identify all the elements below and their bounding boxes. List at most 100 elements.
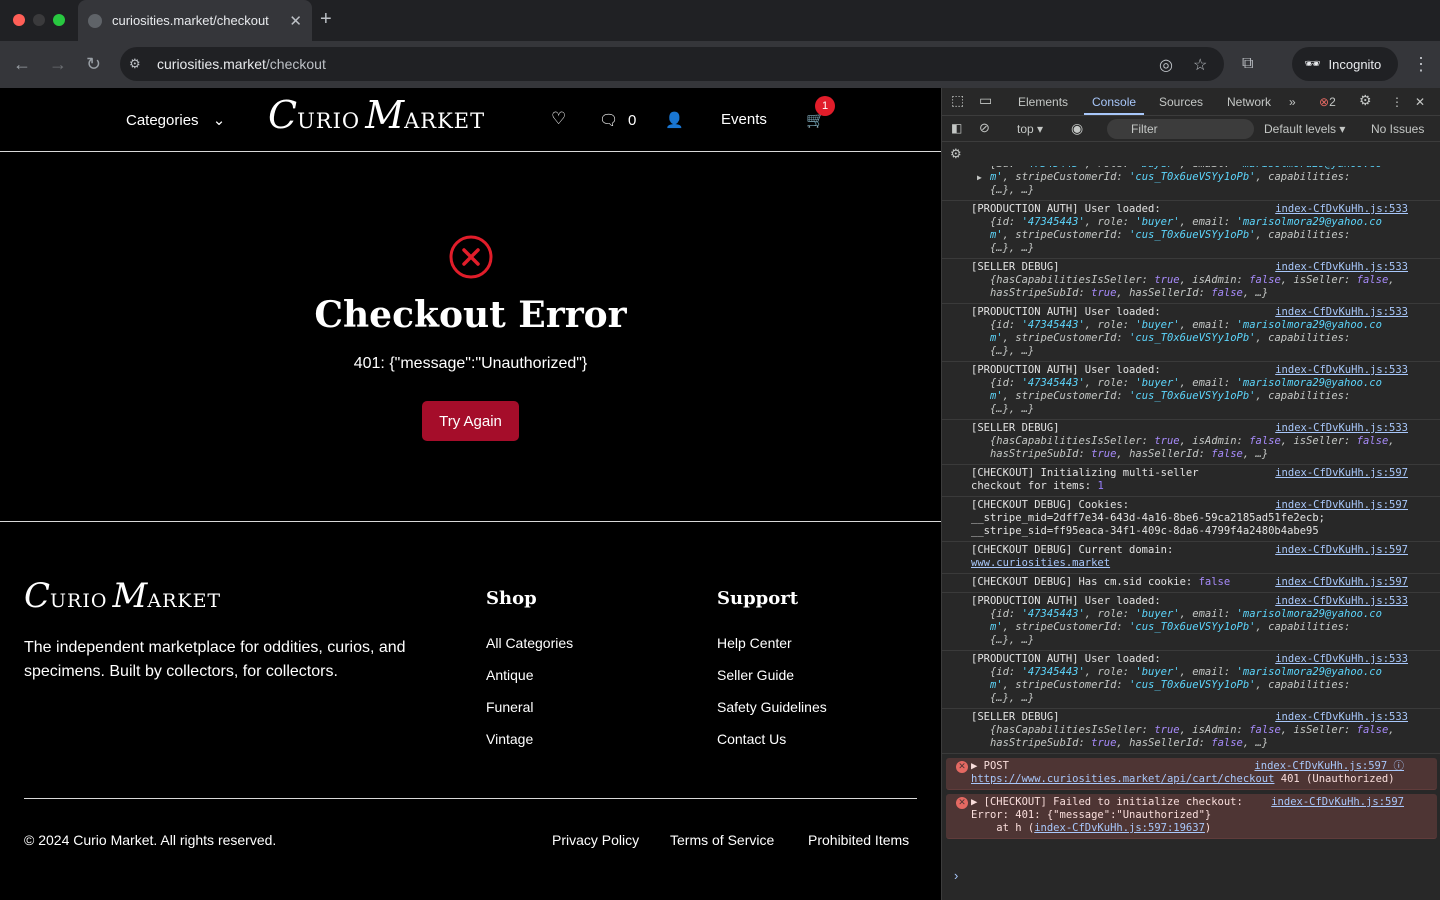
prohibited-items-link[interactable]: Prohibited Items bbox=[808, 832, 909, 848]
minimize-window-button[interactable] bbox=[33, 14, 45, 26]
tab-console[interactable]: Console bbox=[1092, 95, 1136, 109]
incognito-indicator[interactable]: 🕶 Incognito bbox=[1292, 47, 1398, 81]
devtools-menu-icon[interactable]: ⋮ bbox=[1391, 95, 1403, 109]
console-message[interactable]: {id: '47345443', role: 'buyer', email: '… bbox=[942, 166, 1440, 201]
address-bar[interactable]: curiosities.market/checkout bbox=[120, 47, 1224, 81]
error-icon: ⊗ bbox=[1319, 95, 1330, 109]
header-logo[interactable]: CURIO MARKET bbox=[268, 93, 485, 137]
inspect-element-icon[interactable]: ⬚ bbox=[951, 92, 964, 109]
footer-support-heading: Support bbox=[717, 588, 799, 609]
console-message[interactable]: [PRODUCTION AUTH] User loaded: index-CfDv… bbox=[942, 651, 1440, 709]
console-message[interactable]: [SELLER DEBUG] index-CfDvKuHh.js:533 {has… bbox=[942, 420, 1440, 465]
new-tab-button[interactable]: + bbox=[320, 8, 332, 31]
devtools-panel: ⬚ ▭ Elements Console Sources Network » ⊗… bbox=[941, 88, 1440, 900]
close-window-button[interactable] bbox=[13, 14, 25, 26]
logo-c: C bbox=[268, 93, 298, 137]
close-devtools-icon[interactable]: ✕ bbox=[1415, 95, 1425, 109]
wishlist-heart-icon[interactable]: ♡ bbox=[551, 109, 566, 129]
tab-strip: curiosities.market/checkout ✕ + bbox=[0, 0, 1440, 41]
forward-icon[interactable]: → bbox=[49, 54, 67, 75]
logo-m: M bbox=[365, 93, 405, 137]
eye-off-icon[interactable]: ◎ bbox=[1159, 55, 1173, 75]
footer-link-contact-us[interactable]: Contact Us bbox=[717, 731, 786, 747]
console-message[interactable]: [PRODUCTION AUTH] User loaded: index-CfDv… bbox=[942, 201, 1440, 259]
footer-logo-urio: URIO bbox=[50, 590, 108, 612]
categories-label: Categories bbox=[126, 112, 199, 129]
tab-elements[interactable]: Elements bbox=[1018, 95, 1068, 109]
live-expression-eye-icon[interactable]: ◉ bbox=[1071, 120, 1083, 137]
footer-link-safety-guidelines[interactable]: Safety Guidelines bbox=[717, 699, 827, 715]
tab-search-icon[interactable]: ⧉ bbox=[1242, 55, 1253, 73]
url-path: /checkout bbox=[265, 56, 326, 72]
favicon-icon bbox=[88, 13, 102, 28]
context-selector[interactable]: top ▾ bbox=[1017, 122, 1043, 136]
try-again-button[interactable]: Try Again bbox=[422, 401, 519, 441]
browser-menu-icon[interactable]: ⋮ bbox=[1412, 54, 1430, 75]
log-levels-dropdown[interactable]: Default levels ▾ bbox=[1264, 122, 1345, 136]
error-title: Checkout Error bbox=[314, 294, 627, 336]
device-toolbar-icon[interactable]: ▭ bbox=[979, 92, 992, 109]
footer-link-vintage[interactable]: Vintage bbox=[486, 731, 533, 747]
terms-link[interactable]: Terms of Service bbox=[670, 832, 774, 848]
settings-gear-icon[interactable]: ⚙ bbox=[1359, 92, 1372, 109]
back-icon[interactable]: ← bbox=[13, 54, 31, 75]
logo-arket: ARKET bbox=[404, 109, 486, 133]
logo-urio: URIO bbox=[297, 109, 361, 133]
tab-sources[interactable]: Sources bbox=[1159, 95, 1203, 109]
footer-logo-m: M bbox=[112, 576, 148, 616]
footer-link-all-categories[interactable]: All Categories bbox=[486, 635, 573, 651]
console-message[interactable]: [PRODUCTION AUTH] User loaded: index-CfDv… bbox=[942, 304, 1440, 362]
error-count[interactable]: ⊗2 bbox=[1319, 95, 1336, 109]
issues-indicator[interactable]: No Issues bbox=[1371, 122, 1424, 136]
console-message[interactable]: [PRODUCTION AUTH] User loaded: index-CfDv… bbox=[942, 593, 1440, 651]
console-message[interactable]: [CHECKOUT DEBUG] Has cm.sid cookie: fals… bbox=[942, 574, 1440, 593]
messages-count: 0 bbox=[628, 112, 637, 129]
console-prompt[interactable]: › bbox=[954, 868, 958, 883]
footer-link-seller-guide[interactable]: Seller Guide bbox=[717, 667, 794, 683]
footer-link-antique[interactable]: Antique bbox=[486, 667, 533, 683]
context-label: top bbox=[1017, 122, 1034, 136]
console-message[interactable]: [PRODUCTION AUTH] User loaded: index-CfDv… bbox=[942, 362, 1440, 420]
close-tab-icon[interactable]: ✕ bbox=[289, 12, 302, 30]
site-info-icon[interactable]: ⚙ bbox=[129, 56, 145, 72]
console-settings-icon[interactable]: ⚙ bbox=[950, 146, 962, 162]
console-message[interactable]: [SELLER DEBUG] index-CfDvKuHh.js:533 {has… bbox=[942, 709, 1440, 754]
web-page: Categories ⌄ CURIO MARKET ♡ 🗨 0 👤 Events … bbox=[0, 88, 941, 900]
console-message[interactable]: [CHECKOUT DEBUG] Cookies: index-CfDvKuHh.… bbox=[942, 497, 1440, 542]
error-circle-icon bbox=[449, 235, 493, 279]
error-icon: ✕ bbox=[956, 797, 968, 809]
expand-triangle-icon[interactable]: ▶ bbox=[977, 171, 982, 184]
console-message[interactable]: [CHECKOUT DEBUG] Current domain: index-Cf… bbox=[942, 542, 1440, 574]
footer-shop-heading: Shop bbox=[486, 588, 537, 609]
site-header: Categories ⌄ CURIO MARKET ♡ 🗨 0 👤 Events … bbox=[0, 88, 941, 152]
maximize-window-button[interactable] bbox=[53, 14, 65, 26]
events-link[interactable]: Events bbox=[721, 111, 767, 128]
sidebar-toggle-icon[interactable]: ◧ bbox=[951, 121, 962, 135]
more-tabs-icon[interactable]: » bbox=[1289, 95, 1296, 109]
bookmark-star-icon[interactable]: ☆ bbox=[1193, 55, 1207, 75]
console-error-message[interactable]: ✕ ▶ [CHECKOUT] Failed to initialize check… bbox=[946, 794, 1437, 839]
tab-network[interactable]: Network bbox=[1227, 95, 1271, 109]
footer-link-help-center[interactable]: Help Center bbox=[717, 635, 792, 651]
console-message[interactable]: [SELLER DEBUG] index-CfDvKuHh.js:533 {has… bbox=[942, 259, 1440, 304]
console-filter-input[interactable]: Filter bbox=[1107, 119, 1254, 139]
error-count-value: 2 bbox=[1329, 95, 1336, 109]
incognito-icon: 🕶 bbox=[1304, 56, 1321, 71]
error-message: 401: {"message":"Unauthorized"} bbox=[353, 355, 588, 372]
reload-icon[interactable]: ↻ bbox=[86, 54, 101, 75]
browser-tab[interactable]: curiosities.market/checkout ✕ bbox=[78, 0, 312, 41]
chevron-down-icon: ⌄ bbox=[212, 112, 226, 129]
messages-button[interactable]: 🗨 0 bbox=[599, 111, 636, 129]
incognito-label: Incognito bbox=[1328, 56, 1382, 72]
account-icon[interactable]: 👤 bbox=[665, 111, 684, 129]
footer-link-funeral[interactable]: Funeral bbox=[486, 699, 533, 715]
categories-menu[interactable]: Categories ⌄ bbox=[126, 111, 225, 129]
clear-console-icon[interactable]: ⊘ bbox=[979, 120, 990, 136]
chat-icon: 🗨 bbox=[599, 112, 619, 129]
devtools-tabs: ⬚ ▭ Elements Console Sources Network » ⊗… bbox=[942, 88, 1440, 116]
privacy-policy-link[interactable]: Privacy Policy bbox=[552, 832, 639, 848]
footer-logo[interactable]: CURIO MARKET bbox=[24, 576, 221, 616]
console-message[interactable]: [CHECKOUT] Initializing multi-seller inde… bbox=[942, 465, 1440, 497]
console-log: {id: '47345443', role: 'buyer', email: '… bbox=[942, 166, 1440, 900]
console-error-message[interactable]: ✕ ▶ POST index-CfDvKuHh.js:597 ⓘ https://w… bbox=[946, 758, 1437, 790]
